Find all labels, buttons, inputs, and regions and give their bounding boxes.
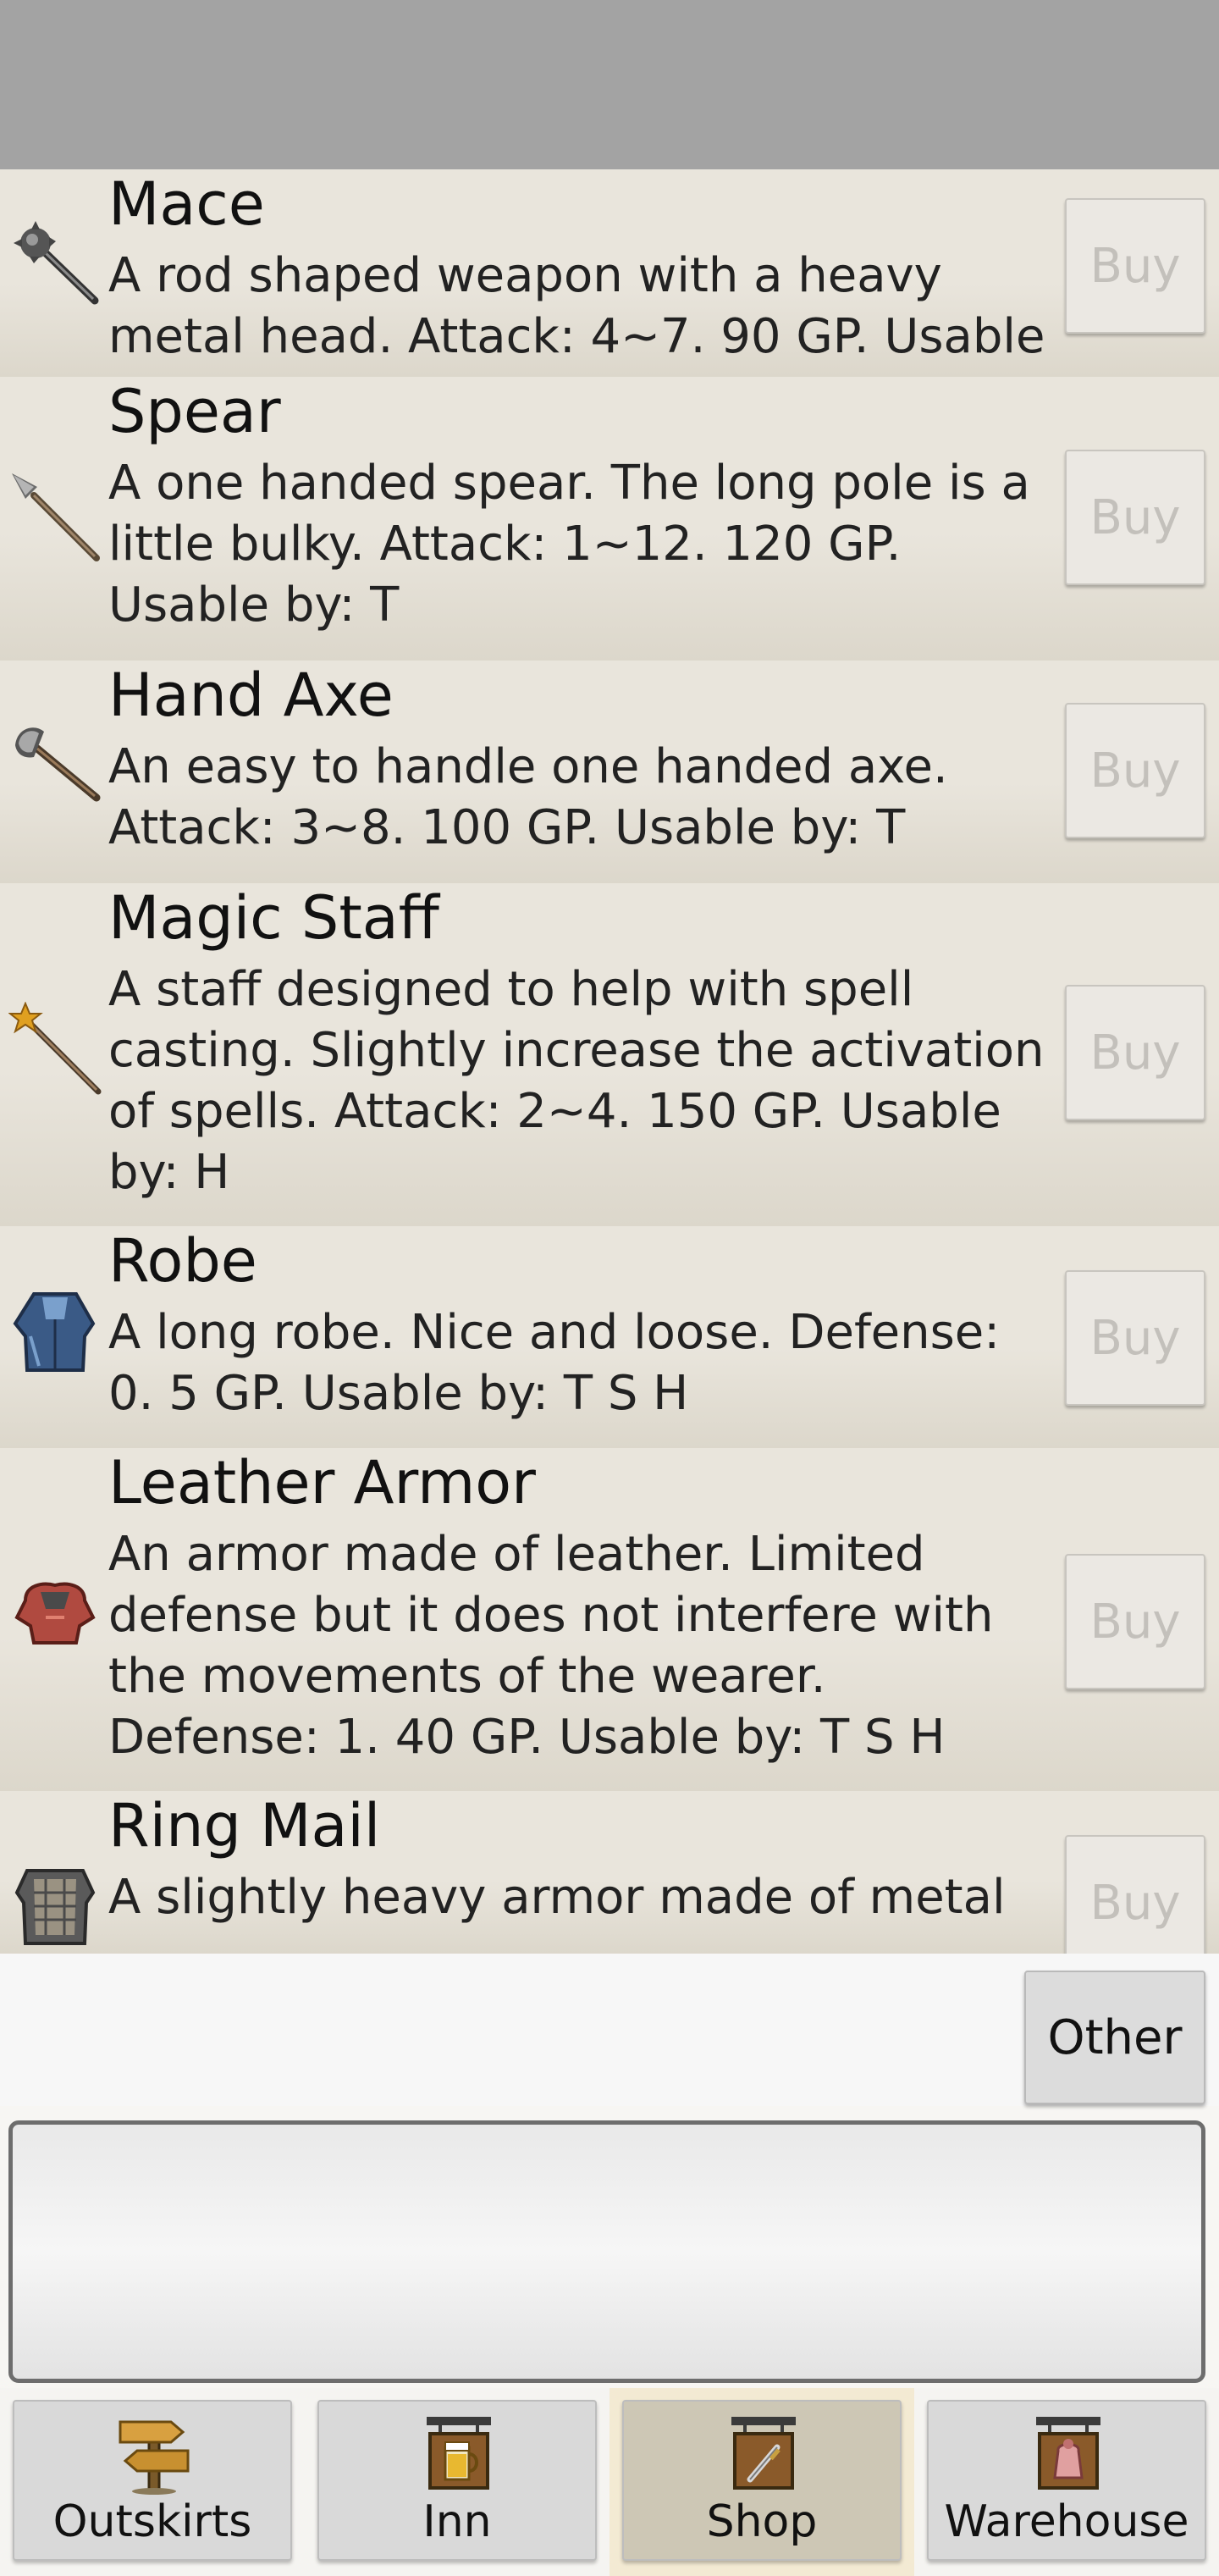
robe-icon — [13, 1292, 96, 1372]
nav-button-outskirts[interactable]: Outskirts — [13, 2400, 292, 2561]
item-description: A long robe. Nice and loose. Defense: 0.… — [108, 1305, 1001, 1421]
item-name: Mace — [108, 169, 265, 239]
buy-button[interactable]: Buy — [1065, 450, 1205, 585]
axe-icon — [15, 727, 101, 802]
item-description: An armor made of leather. Limited defens… — [108, 1527, 994, 1765]
item-name: Robe — [108, 1226, 257, 1296]
nav-label: Inn — [422, 2496, 492, 2547]
buy-button[interactable]: Buy — [1065, 1554, 1205, 1689]
item-description: A staff designed to help with spell cast… — [108, 962, 1045, 1200]
item-name: Hand Axe — [108, 661, 394, 730]
item-name: Magic Staff — [108, 883, 439, 953]
nav-button-inn[interactable]: Inn — [317, 2400, 597, 2561]
other-button[interactable]: Other — [1024, 1971, 1205, 2104]
message-box — [8, 2120, 1205, 2383]
mace-icon — [14, 221, 99, 305]
nav-label: Outskirts — [52, 2496, 252, 2547]
list-item: Leather Armor An armor made of leather. … — [0, 1448, 1219, 1791]
other-button-bar: Other — [0, 1954, 1219, 2106]
item-name: Ring Mail — [108, 1791, 381, 1860]
signpost-icon — [119, 2420, 190, 2495]
staff-icon — [8, 1002, 102, 1095]
nav-label: Warehouse — [944, 2496, 1189, 2547]
list-item: Ring Mail A slightly heavy armor made of… — [0, 1791, 1219, 1954]
nav-label: Shop — [706, 2496, 818, 2547]
item-name: Leather Armor — [108, 1448, 536, 1517]
buy-button[interactable]: Buy — [1065, 1835, 1205, 1954]
warehouse-sign-icon — [1036, 2417, 1100, 2490]
nav-button-shop[interactable]: Shop — [622, 2400, 902, 2561]
buy-button[interactable]: Buy — [1065, 985, 1205, 1120]
buy-button[interactable]: Buy — [1065, 703, 1205, 838]
buy-button[interactable]: Buy — [1065, 198, 1205, 334]
spear-icon — [12, 473, 100, 561]
list-item: Spear A one handed spear. The long pole … — [0, 377, 1219, 661]
nav-slot-warehouse: Warehouse — [914, 2388, 1219, 2576]
item-name: Spear — [108, 377, 281, 446]
inn-sign-icon — [427, 2417, 491, 2490]
list-item: Mace A rod shaped weapon with a heavy me… — [0, 169, 1219, 425]
nav-button-warehouse[interactable]: Warehouse — [927, 2400, 1206, 2561]
nav-slot-inn: Inn — [305, 2388, 610, 2576]
bottom-nav: Outskirts Inn Shop Warehouse — [0, 2388, 1219, 2576]
top-bar — [0, 0, 1219, 169]
item-description: A slightly heavy armor made of metal — [108, 1870, 1006, 1925]
buy-button[interactable]: Buy — [1065, 1270, 1205, 1406]
ring-mail-icon — [14, 1869, 96, 1945]
shop-item-list[interactable]: Mace A rod shaped weapon with a heavy me… — [0, 169, 1219, 1954]
item-description: An easy to handle one handed axe. Attack… — [108, 739, 948, 855]
nav-slot-shop: Shop — [610, 2388, 914, 2576]
list-item: Robe A long robe. Nice and loose. Defens… — [0, 1226, 1219, 1448]
item-description: A one handed spear. The long pole is a l… — [108, 456, 1030, 633]
list-item: Hand Axe An easy to handle one handed ax… — [0, 661, 1219, 883]
list-item: Magic Staff A staff designed to help wit… — [0, 883, 1219, 1226]
nav-slot-outskirts: Outskirts — [0, 2388, 305, 2576]
shop-sign-icon — [731, 2417, 796, 2490]
leather-armor-icon — [14, 1582, 96, 1645]
